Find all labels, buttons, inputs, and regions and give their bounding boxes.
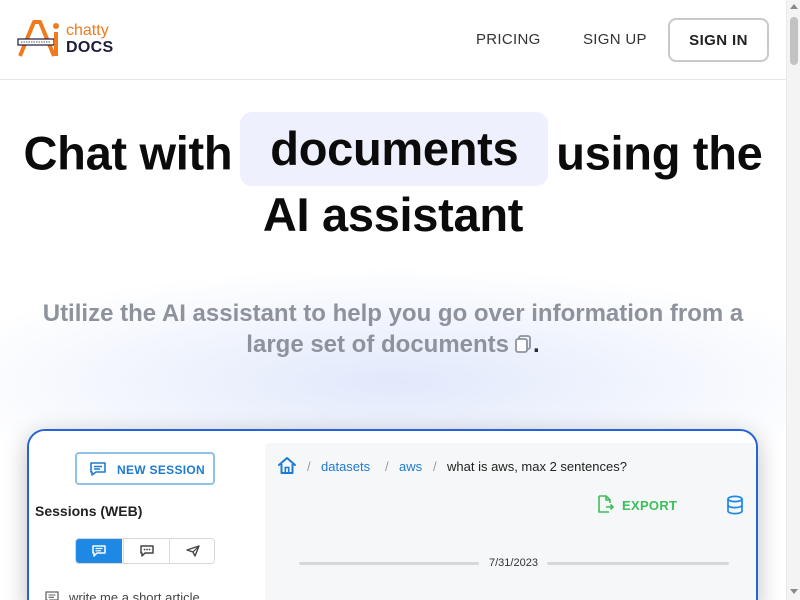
toggle-send-button[interactable]: [169, 539, 214, 563]
hero-title-highlight: documents: [240, 112, 549, 186]
toggle-message-button[interactable]: [123, 539, 169, 563]
sessions-title: Sessions (WEB): [35, 503, 143, 519]
session-type-toggle: [75, 538, 215, 564]
date-divider-left: [299, 562, 479, 565]
breadcrumb-separator: /: [385, 459, 389, 474]
hero-subtitle-text: Utilize the AI assistant to help you go …: [42, 300, 744, 358]
top-header: chatty DOCS PRICING SIGN UP SIGN IN: [0, 0, 786, 80]
breadcrumb-datasets-link[interactable]: datasets: [321, 459, 370, 474]
copy-documents-icon: [513, 334, 533, 354]
scroll-down-arrow-icon[interactable]: [790, 589, 798, 594]
chat-list-icon: [92, 545, 106, 557]
export-file-icon: [598, 495, 614, 513]
send-icon: [186, 545, 200, 557]
chat-bubble-icon: [89, 461, 107, 480]
breadcrumb-current: what is aws, max 2 sentences?: [447, 459, 627, 474]
breadcrumb-aws-link[interactable]: aws: [399, 459, 422, 474]
signin-button[interactable]: SIGN IN: [668, 18, 769, 62]
chat-date-label: 7/31/2023: [489, 557, 538, 569]
session-item-label: write me a short article...: [69, 590, 211, 600]
hero-title-line1: Chat with documents using the: [0, 112, 786, 186]
chattydocs-logo[interactable]: chatty DOCS: [16, 18, 116, 60]
date-divider-right: [547, 562, 729, 565]
breadcrumb-separator: /: [433, 459, 437, 474]
app-preview-card: NEW SESSION Sessions (WEB) write me a sh…: [27, 429, 758, 600]
export-label: EXPORT: [622, 498, 678, 513]
preview-main-panel: / datasets / aws / what is aws, max 2 se…: [265, 443, 756, 600]
scroll-up-arrow-icon[interactable]: [790, 4, 798, 9]
new-session-label: NEW SESSION: [117, 463, 205, 477]
hero-title-part2: using the: [556, 126, 763, 180]
session-chat-icon: [45, 591, 59, 600]
page-scrollbar[interactable]: [786, 0, 800, 600]
breadcrumb-separator: /: [307, 459, 311, 474]
hero-title-part1: Chat with: [23, 126, 233, 180]
toggle-chat-button[interactable]: [76, 539, 122, 563]
logo-mark-icon: [17, 20, 59, 57]
hero-subtitle-period: .: [533, 331, 540, 358]
preview-sidebar: NEW SESSION Sessions (WEB) write me a sh…: [29, 431, 265, 600]
logo-text-top: chatty: [66, 22, 109, 39]
new-session-button[interactable]: NEW SESSION: [75, 452, 215, 485]
hero-subtitle: Utilize the AI assistant to help you go …: [40, 298, 746, 360]
home-icon[interactable]: [277, 456, 297, 478]
nav-signup-link[interactable]: SIGN UP: [583, 31, 647, 48]
nav-pricing-link[interactable]: PRICING: [476, 31, 541, 48]
database-icon[interactable]: [726, 495, 744, 520]
logo-text-bottom: DOCS: [66, 39, 114, 56]
session-list-item[interactable]: write me a short article...: [45, 588, 255, 600]
hero-title-line2: AI assistant: [262, 188, 524, 241]
message-dots-icon: [140, 545, 154, 557]
scrollbar-thumb[interactable]: [790, 17, 798, 65]
